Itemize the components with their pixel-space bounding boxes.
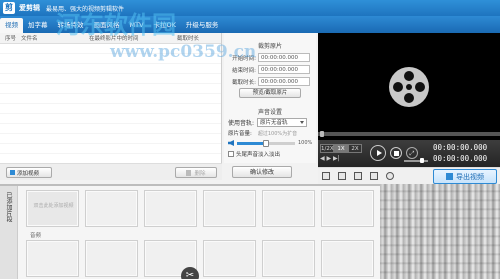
document-icon[interactable] [370, 172, 378, 180]
stop-button[interactable] [390, 147, 402, 159]
watermark-url: www.pc0359.cn [110, 42, 257, 62]
total-time: 00:00:00.000 [433, 154, 488, 163]
volume-percent: 100% [298, 140, 313, 146]
storyboard-slot[interactable] [26, 240, 79, 277]
add-icon [10, 170, 15, 175]
volume-row: 原片音量: 超过100%为扩音 [228, 129, 298, 138]
duration-field[interactable]: 00:00:00.000 [258, 77, 310, 86]
share-icon[interactable] [386, 172, 394, 180]
folder-icon[interactable] [338, 172, 346, 180]
tab-subtitle[interactable]: 加字幕 [23, 18, 53, 33]
export-video-button[interactable]: 导出视频 [433, 169, 497, 184]
storyboard-slot[interactable] [85, 240, 138, 277]
export-label: 导出视频 [456, 172, 484, 181]
fade-label: 头尾声音淡入淡出 [236, 152, 281, 158]
play-button[interactable] [370, 145, 386, 161]
volume-label: 原片音量: [228, 131, 252, 137]
timeline-thumbnail-strip [380, 184, 500, 279]
export-icon [446, 173, 453, 180]
seek-bar[interactable] [318, 131, 500, 137]
storyboard-slot[interactable] [85, 190, 138, 227]
speed-selector: 1/2X 1X 2X [320, 144, 362, 153]
app-logo-icon: 剪 [3, 2, 15, 14]
film-icon[interactable] [322, 172, 330, 180]
duration-row: 截取时长: 00:00:00.000 [224, 77, 316, 86]
current-time: 00:00:00.000 [433, 143, 488, 152]
volume-slider[interactable] [237, 139, 295, 147]
fade-checkbox[interactable] [228, 151, 234, 157]
frame-step-icons[interactable]: ◀ ▶ ▶| [320, 155, 340, 162]
preview-toolbar: 导出视频 [318, 167, 500, 184]
track-value: 原片无音轨 [260, 120, 288, 126]
add-video-button[interactable]: 添加视频 [6, 167, 52, 178]
storyboard-slot[interactable] [144, 190, 197, 227]
col-duration: 截取时长 [177, 36, 200, 42]
track-label: 使用音轨: [228, 120, 255, 127]
end-time-label: 结束时间: [232, 67, 256, 74]
add-video-hint: 双击此处添加视频 [33, 203, 74, 209]
app-name: 爱剪辑 [19, 4, 40, 12]
player-controls: 1/2X 1X 2X ◀ ▶ ▶| ⤢ 00:00:00.000 00:00:0… [318, 140, 500, 167]
app-window: 剪 爱剪辑 最易用、强大的视频剪辑软件 视频 加字幕 转场特效 画面风格 MTV… [0, 0, 500, 279]
speaker-icon [228, 140, 234, 146]
col-index: 序号 [5, 36, 17, 42]
video-list-actions: 添加视频 删除 [0, 163, 222, 180]
add-video-label: 添加视频 [17, 170, 40, 177]
audio-label: 音频 [30, 233, 42, 239]
seek-thumb[interactable] [320, 131, 324, 137]
end-time-row: 结束时间: 00:00:00.000 [224, 65, 316, 74]
storyboard: 已添加片段 双击此处添加视频 音频 ✂ [0, 184, 380, 279]
delete-button[interactable]: 删除 [175, 167, 217, 178]
volume-thumb[interactable] [263, 139, 269, 147]
volume-hint: 超过100%为扩音 [257, 130, 298, 137]
storyboard-slot[interactable] [203, 240, 256, 277]
tab-upgrade[interactable]: 升级与服务 [181, 18, 224, 33]
save-icon[interactable] [354, 172, 362, 180]
confirm-button[interactable]: 确认修改 [232, 166, 292, 178]
player-volume-thumb[interactable] [420, 158, 424, 163]
sound-title: 声音设置 [257, 109, 282, 116]
storyboard-slot[interactable] [262, 240, 315, 277]
fade-row: 头尾声音淡入淡出 [228, 150, 280, 158]
chevron-down-icon [300, 121, 305, 124]
speed-half-button[interactable]: 1/2X [320, 144, 334, 153]
trash-icon [186, 169, 192, 176]
video-preview[interactable] [318, 33, 500, 140]
speed-2x-button[interactable]: 2X [348, 144, 362, 153]
volume-fill [237, 141, 266, 145]
track-select[interactable]: 原片无音轨 [257, 118, 308, 127]
delete-label: 删除 [194, 170, 206, 177]
storyboard-slot[interactable] [321, 190, 374, 227]
preview-cut-button[interactable]: 预览/截取原片 [239, 88, 301, 98]
scissors-icon[interactable]: ✂ [181, 267, 199, 279]
fullscreen-icon[interactable]: ⤢ [406, 147, 418, 159]
end-time-field[interactable]: 00:00:00.000 [258, 65, 310, 74]
storyboard-label: 已添加片段 [0, 186, 18, 279]
track-row: 使用音轨: 原片无音轨 [228, 118, 308, 127]
watermark: 河东软件园 [56, 10, 176, 39]
storyboard-slot[interactable] [203, 190, 256, 227]
volume-slider-row: 100% [228, 139, 314, 147]
storyboard-slot[interactable] [262, 190, 315, 227]
speed-1x-button[interactable]: 1X [334, 144, 348, 153]
player-volume-slider[interactable] [404, 158, 428, 163]
tab-video[interactable]: 视频 [0, 18, 23, 33]
start-time-field[interactable]: 00:00:00.000 [258, 53, 310, 62]
storyboard-slot[interactable]: 双击此处添加视频 [26, 190, 79, 227]
film-reel-icon [389, 66, 429, 107]
duration-label: 截取时长: [232, 79, 256, 86]
storyboard-slot[interactable] [321, 240, 374, 277]
